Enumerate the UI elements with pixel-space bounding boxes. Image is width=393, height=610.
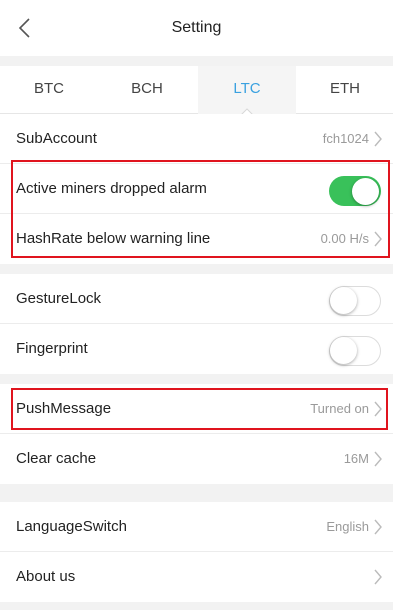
- gesture-lock-row: GestureLock: [0, 274, 393, 324]
- fingerprint-row: Fingerprint: [0, 324, 393, 374]
- miners-alarm-row: Active miners dropped alarm: [0, 164, 393, 214]
- language-value: English: [326, 519, 369, 534]
- chevron-right-icon: [374, 231, 382, 247]
- tab-btc[interactable]: BTC: [0, 66, 98, 114]
- subaccount-label: SubAccount: [16, 130, 97, 147]
- toggle-knob: [352, 177, 379, 205]
- fingerprint-toggle[interactable]: [329, 336, 381, 366]
- coin-tabs: BTC BCH LTC ETH: [0, 66, 393, 115]
- subaccount-row[interactable]: SubAccount fch1024: [0, 114, 393, 164]
- hashrate-value: 0.00 H/s: [320, 231, 369, 246]
- tab-eth[interactable]: ETH: [296, 66, 393, 114]
- toggle-knob: [330, 337, 357, 364]
- subaccount-value: fch1024: [322, 131, 369, 146]
- gesture-lock-toggle[interactable]: [329, 286, 381, 316]
- push-section: PushMessage Turned on Clear cache 16M: [0, 384, 393, 484]
- fingerprint-label: Fingerprint: [16, 340, 88, 357]
- tab-bch[interactable]: BCH: [98, 66, 196, 114]
- nav-bar: Setting: [0, 0, 393, 56]
- hashrate-row[interactable]: HashRate below warning line 0.00 H/s: [0, 214, 393, 264]
- language-row[interactable]: LanguageSwitch English: [0, 502, 393, 552]
- security-section: GestureLock Fingerprint: [0, 274, 393, 374]
- about-label: About us: [16, 568, 76, 585]
- about-row[interactable]: About us: [0, 552, 393, 602]
- miners-alarm-toggle[interactable]: [329, 176, 381, 206]
- chevron-right-icon: [374, 569, 382, 585]
- chevron-right-icon: [374, 401, 382, 417]
- miners-alarm-label: Active miners dropped alarm: [16, 180, 207, 197]
- page-title: Setting: [171, 19, 222, 36]
- gesture-lock-label: GestureLock: [16, 290, 102, 307]
- clear-cache-row[interactable]: Clear cache 16M: [0, 434, 393, 484]
- tab-ltc-label: LTC: [233, 80, 261, 97]
- language-label: LanguageSwitch: [16, 518, 127, 535]
- clear-cache-value: 16M: [343, 451, 369, 466]
- toggle-knob: [330, 287, 357, 314]
- chevron-right-icon: [374, 451, 382, 467]
- hashrate-label: HashRate below warning line: [16, 230, 211, 247]
- account-section: SubAccount fch1024 Active miners dropped…: [0, 114, 393, 264]
- push-message-value: Turned on: [310, 401, 369, 416]
- misc-section: LanguageSwitch English About us: [0, 502, 393, 602]
- chevron-right-icon: [374, 131, 382, 147]
- tab-ltc[interactable]: LTC: [198, 66, 296, 115]
- chevron-right-icon: [374, 519, 382, 535]
- push-message-label: PushMessage: [16, 400, 112, 417]
- push-message-row[interactable]: PushMessage Turned on: [0, 384, 393, 434]
- clear-cache-label: Clear cache: [16, 450, 97, 467]
